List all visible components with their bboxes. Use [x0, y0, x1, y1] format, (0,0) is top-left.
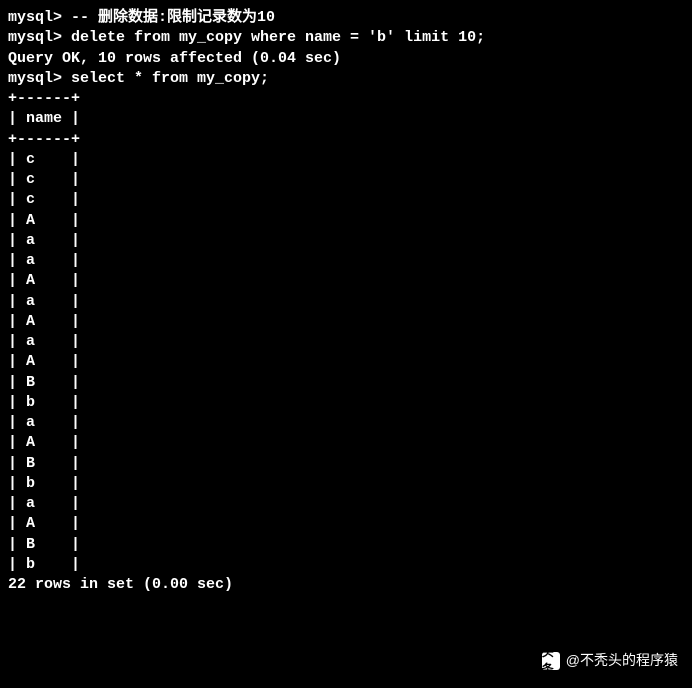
watermark-text: @不秃头的程序猿 — [566, 651, 678, 670]
toutiao-icon: 头条 — [542, 652, 560, 670]
terminal-table-row: | c | — [8, 190, 684, 210]
terminal-table-row: | B | — [8, 535, 684, 555]
terminal-line-delete-query: mysql> delete from my_copy where name = … — [8, 28, 684, 48]
terminal-line-select-query: mysql> select * from my_copy; — [8, 69, 684, 89]
terminal-table-border: +------+ — [8, 130, 684, 150]
terminal-table-row: | A | — [8, 211, 684, 231]
terminal-line-comment: mysql> -- 删除数据:限制记录数为10 — [8, 8, 684, 28]
terminal-table-row: | a | — [8, 413, 684, 433]
terminal-table-row: | A | — [8, 352, 684, 372]
terminal-table-row: | A | — [8, 271, 684, 291]
terminal-line-query-result: Query OK, 10 rows affected (0.04 sec) — [8, 49, 684, 69]
terminal-table-row: | c | — [8, 170, 684, 190]
terminal-table-row: | A | — [8, 312, 684, 332]
terminal-table-row: | A | — [8, 514, 684, 534]
terminal-table-row: | c | — [8, 150, 684, 170]
terminal-table-row: | B | — [8, 454, 684, 474]
terminal-table-row: | B | — [8, 373, 684, 393]
terminal-table-row: | b | — [8, 555, 684, 575]
terminal-table-row: | a | — [8, 292, 684, 312]
terminal-table-row: | A | — [8, 433, 684, 453]
terminal-table-row: | b | — [8, 393, 684, 413]
terminal-table-border: +------+ — [8, 89, 684, 109]
watermark: 头条 @不秃头的程序猿 — [542, 651, 678, 670]
terminal-line-rowcount: 22 rows in set (0.00 sec) — [8, 575, 684, 595]
terminal-table-header: | name | — [8, 109, 684, 129]
terminal-table-row: | a | — [8, 251, 684, 271]
terminal-table-row: | a | — [8, 494, 684, 514]
terminal-table-row: | a | — [8, 332, 684, 352]
terminal-table-row: | a | — [8, 231, 684, 251]
terminal-table-row: | b | — [8, 474, 684, 494]
